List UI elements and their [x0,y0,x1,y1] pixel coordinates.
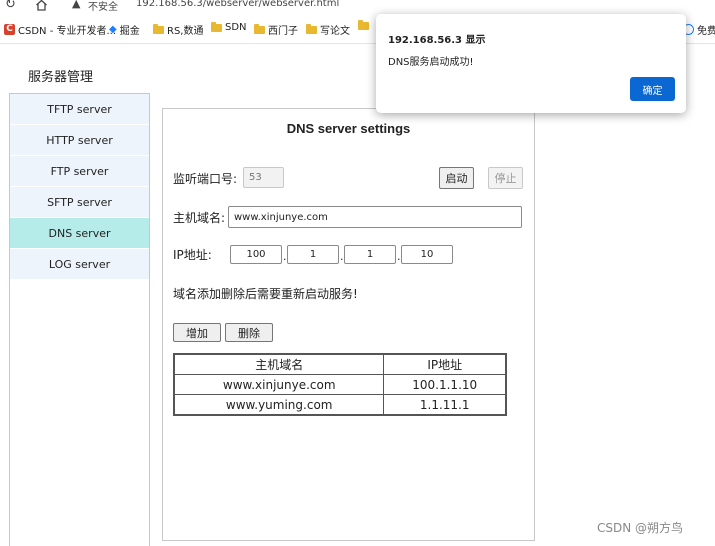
url-text[interactable]: 192.168.56.3/webserver/webserver.html [136,0,339,9]
delete-button[interactable]: 删除 [225,323,273,342]
cell-ip: 100.1.1.10 [383,374,507,395]
bookmark-free[interactable]: 免费 [683,22,715,37]
ip-octet-4-input[interactable]: 10 [401,245,453,264]
dialog-ok-button[interactable]: 确定 [630,77,675,101]
stop-button[interactable]: 停止 [488,167,523,189]
bookmark-label: 掘金 [119,26,140,37]
add-button[interactable]: 增加 [173,323,221,342]
table-row[interactable]: www.xinjunye.com 100.1.1.10 [173,374,507,395]
cell-ip: 1.1.11.1 [383,394,507,416]
ip-separator: . [340,250,344,263]
bookmark-folder-paper[interactable]: 写论文 [306,22,350,37]
domain-input[interactable]: www.xinjunye.com [228,206,522,228]
sidebar-item-tftp[interactable]: TFTP server [10,94,149,124]
watermark: CSDN @朔方鸟 [597,521,684,535]
folder-icon [211,21,222,32]
bookmark-folder-sdn[interactable]: SDN [211,21,247,33]
dns-records-table: 主机域名 IP地址 www.xinjunye.com 100.1.1.10 ww… [173,353,507,416]
ip-octet-2-input[interactable]: 1 [287,245,339,264]
bookmark-label: SDN [225,22,247,33]
dialog-title: 192.168.56.3 显示 [388,35,486,46]
port-input[interactable]: 53 [243,167,284,188]
page-title: 服务器管理 [28,70,94,85]
reload-icon[interactable]: ↻ [5,0,16,12]
restart-notice: 域名添加删除后需要重新启动服务! [173,287,358,301]
bookmark-folder-partial[interactable] [358,20,369,30]
security-label[interactable]: 不安全 [88,0,118,13]
sidebar-item-log[interactable]: LOG server [10,249,149,279]
folder-icon [358,20,369,30]
port-label: 监听端口号: [173,172,238,186]
panel-title: DNS server settings [286,121,411,136]
sidebar: TFTP server HTTP server FTP server SFTP … [9,93,150,546]
sidebar-item-ftp[interactable]: FTP server [10,156,149,186]
bookmark-label: CSDN - 专业开发者... [18,26,117,37]
folder-icon [153,23,164,34]
bookmark-juejin[interactable]: ◆ 掘金 [109,22,140,37]
ip-octet-3-input[interactable]: 1 [344,245,396,264]
home-icon[interactable] [35,0,48,11]
ip-label: IP地址: [173,248,212,262]
ip-octet-1-input[interactable]: 100 [230,245,282,264]
start-button[interactable]: 启动 [439,167,474,189]
sidebar-item-dns[interactable]: DNS server [10,218,149,248]
dialog-message: DNS服务启动成功! [388,57,474,68]
bookmark-label: 西门子 [268,26,298,37]
bookmark-label: 写论文 [320,26,350,37]
column-header-ip: IP地址 [383,353,507,375]
csdn-logo-icon: C [4,24,15,35]
cell-domain: www.xinjunye.com [173,374,385,395]
bookmark-label: RS,数通 [167,26,204,37]
ip-separator: . [283,250,287,263]
folder-icon [254,23,265,34]
warning-icon[interactable]: ▲ [72,0,80,10]
juejin-logo-icon: ◆ [109,24,117,35]
sidebar-item-sftp[interactable]: SFTP server [10,187,149,217]
folder-icon [306,23,317,34]
bookmark-folder-rs[interactable]: RS,数通 [153,22,203,37]
table-row[interactable]: www.yuming.com 1.1.11.1 [173,394,507,416]
sidebar-item-http[interactable]: HTTP server [10,125,149,155]
column-header-domain: 主机域名 [173,353,385,375]
bookmark-folder-siemens[interactable]: 西门子 [254,22,298,37]
domain-label: 主机域名: [173,211,226,225]
ip-separator: . [397,250,401,263]
cell-domain: www.yuming.com [173,394,385,416]
table-header-row: 主机域名 IP地址 [173,353,507,375]
bookmark-label: 免费 [697,26,715,37]
bookmark-csdn[interactable]: C CSDN - 专业开发者... [4,22,116,37]
